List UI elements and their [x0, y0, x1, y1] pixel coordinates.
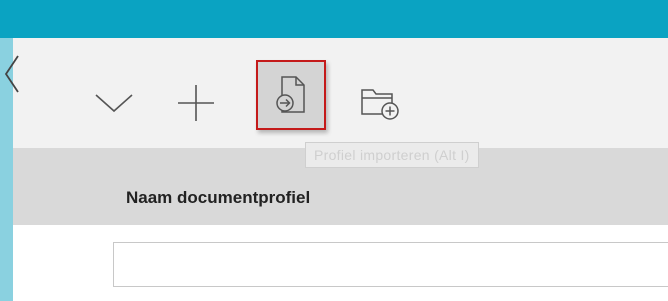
app-top-bar — [0, 0, 668, 38]
back-button[interactable] — [0, 50, 26, 98]
import-button-highlight — [256, 60, 326, 130]
file-import-icon — [276, 76, 305, 113]
collapse-button[interactable] — [79, 68, 149, 138]
new-folder-button[interactable] — [346, 68, 416, 138]
chevron-down-icon — [95, 94, 133, 113]
toolbar — [13, 38, 668, 148]
add-button[interactable] — [161, 68, 231, 138]
import-tooltip: Profiel importeren (Alt I) — [305, 142, 479, 168]
profile-name-input[interactable] — [113, 242, 668, 287]
folder-add-icon — [361, 89, 399, 120]
import-profile-button[interactable] — [253, 57, 329, 133]
column-header-profile-name[interactable]: Naam documentprofiel — [126, 188, 310, 208]
chevron-left-icon — [4, 55, 19, 93]
plus-icon — [178, 85, 214, 121]
